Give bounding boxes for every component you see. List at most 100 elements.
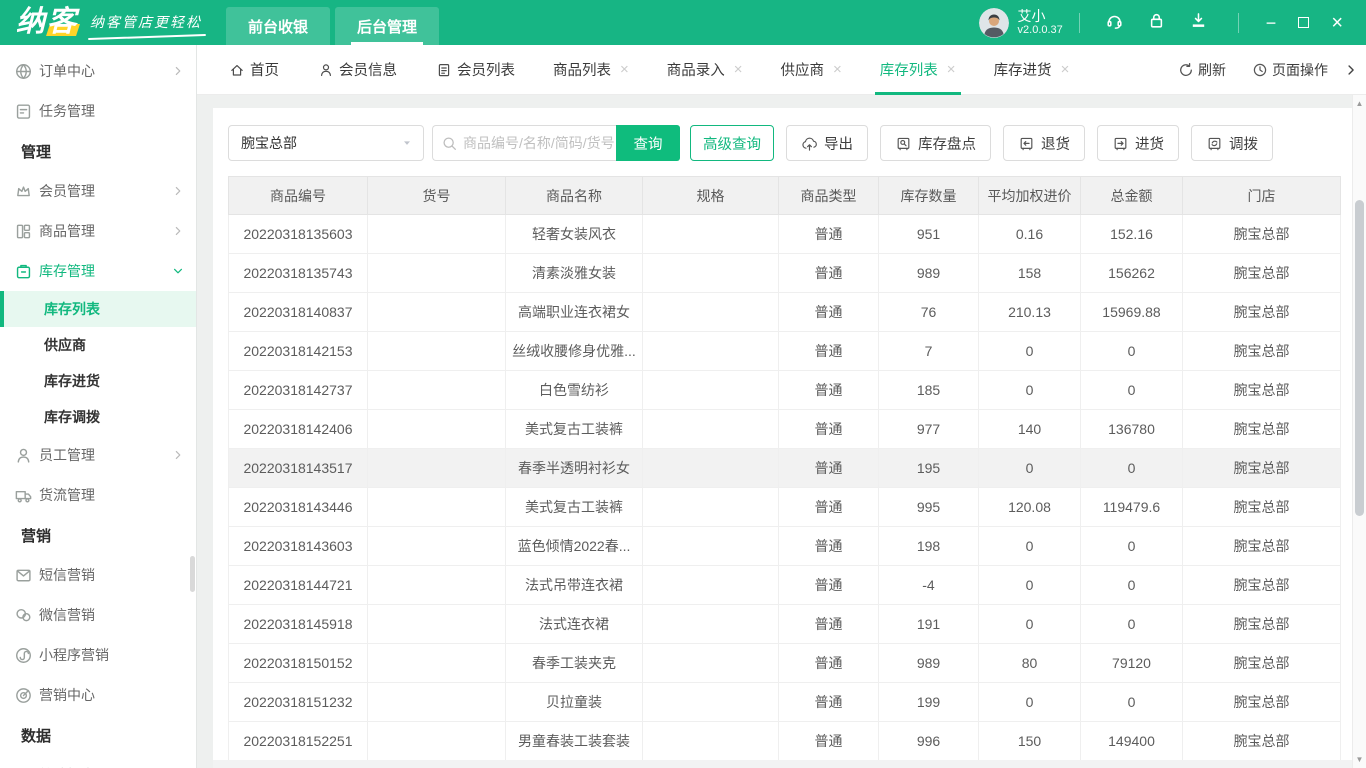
tab-label: 商品录入 — [666, 63, 725, 79]
sidebar-item-statistics-report[interactable]: 统计报表 — [0, 755, 196, 768]
table-cell: 普通 — [778, 331, 879, 371]
table-row[interactable]: 20220318142737 白色雪纺衫 普通 185 0 0 腕宝总部 — [228, 370, 1341, 410]
table-row[interactable]: 20220318143517 春季半透明衬衫女 普通 195 0 0 腕宝总部 — [228, 448, 1341, 488]
column-header: 平均加权进价 — [978, 176, 1081, 215]
sidebar-item-miniprogram-marketing[interactable]: 小程序营销 — [0, 635, 196, 675]
sidebar-item-inventory-list[interactable]: 库存列表 — [0, 291, 196, 327]
user-avatar[interactable] — [978, 7, 1009, 38]
tab-product-list[interactable]: 商品列表 × — [540, 45, 642, 95]
table-cell: 0 — [1080, 331, 1183, 371]
header-action-icons — [1096, 11, 1222, 35]
sidebar-item-task-management[interactable]: 任务管理 — [0, 91, 196, 131]
table-row[interactable]: 20220318143603 蓝色倾情2022春... 普通 198 0 0 腕宝总部 — [228, 526, 1341, 566]
scroll-down-arrow-icon[interactable]: ▼ — [1353, 755, 1366, 764]
sidebar-item-inventory-transfer[interactable]: 库存调拨 — [0, 399, 196, 435]
table-cell: 普通 — [778, 487, 879, 527]
transfer-button[interactable]: 调拨 — [1191, 125, 1273, 161]
nav-tab-backend-admin[interactable]: 后台管理 — [335, 7, 440, 45]
button-label: 调拨 — [1229, 136, 1258, 153]
sidebar-item-member-management[interactable]: 会员管理 — [0, 171, 196, 211]
table-cell: 149400 — [1080, 721, 1183, 761]
tab-close-icon[interactable]: × — [734, 61, 743, 78]
table-row[interactable]: 20220318152251 男童春装工装套装 普通 996 150 149400 腕宝总部 — [228, 721, 1341, 761]
tab-close-icon[interactable]: × — [1061, 61, 1070, 78]
refresh-button[interactable]: 刷新 — [1178, 60, 1226, 80]
sidebar-section-marketing: 营销 — [0, 515, 196, 555]
horizontal-scrollbar-track[interactable] — [213, 760, 1352, 768]
tab-inventory-purchase[interactable]: 库存进货 × — [981, 45, 1083, 95]
table-cell — [367, 370, 506, 410]
table-cell: 普通 — [778, 448, 879, 488]
clock-icon — [1252, 62, 1268, 78]
sidebar-item-sms-marketing[interactable]: 短信营销 — [0, 555, 196, 595]
return-goods-button[interactable]: 退货 — [1003, 125, 1085, 161]
tab-supplier[interactable]: 供应商 × — [768, 45, 855, 95]
table-row[interactable]: 20220318142406 美式复古工装裤 普通 977 140 136780 腕宝总部 — [228, 409, 1341, 449]
purchase-button[interactable]: 进货 — [1097, 125, 1179, 161]
scroll-up-arrow-icon[interactable]: ▲ — [1353, 99, 1366, 108]
export-button[interactable]: 导出 — [786, 125, 868, 161]
sidebar-item-label: 任务管理 — [39, 103, 95, 119]
table-row[interactable]: 20220318143446 美式复古工装裤 普通 995 120.08 119479.6… — [228, 487, 1341, 527]
tab-label: 库存列表 — [879, 63, 938, 79]
sidebar-item-product-management[interactable]: 商品管理 — [0, 211, 196, 251]
tab-member-info[interactable]: 会员信息 — [304, 45, 410, 95]
table-row[interactable]: 20220318151232 贝拉童装 普通 199 0 0 腕宝总部 — [228, 682, 1341, 722]
minimize-button[interactable]: − — [1266, 14, 1277, 32]
sidebar-item-inventory-purchase[interactable]: 库存进货 — [0, 363, 196, 399]
tab-product-entry[interactable]: 商品录入 × — [654, 45, 756, 95]
lock-icon[interactable] — [1147, 11, 1171, 35]
table-cell — [642, 604, 779, 644]
tab-home[interactable]: 首页 — [215, 45, 292, 95]
store-selector[interactable]: 腕宝总部 — [228, 125, 424, 161]
page-operations-button[interactable]: 页面操作 — [1252, 60, 1328, 80]
download-icon[interactable] — [1189, 11, 1213, 35]
table-cell: 0 — [978, 370, 1081, 410]
nav-tab-front-cashier[interactable]: 前台收银 — [226, 7, 331, 45]
table-row[interactable]: 20220318135743 清素淡雅女装 普通 989 158 156262 腕宝总部 — [228, 253, 1341, 293]
table-cell: 白色雪纺衫 — [505, 370, 643, 410]
vertical-scrollbar[interactable]: ▲ ▼ — [1352, 95, 1366, 768]
user-info[interactable]: 艾小 v2.0.0.37 — [1018, 8, 1063, 38]
chevron-right-icon[interactable] — [1344, 63, 1358, 77]
sidebar-item-supplier[interactable]: 供应商 — [0, 327, 196, 363]
table-cell: 20220318151232 — [228, 682, 368, 722]
customer-service-icon[interactable] — [1105, 11, 1129, 35]
table-cell: 0 — [1080, 526, 1183, 566]
tab-close-icon[interactable]: × — [620, 61, 629, 78]
advanced-query-button[interactable]: 高级查询 — [690, 125, 774, 161]
stocktake-button[interactable]: 库存盘点 — [880, 125, 991, 161]
sidebar-item-logistics-management[interactable]: 货流管理 — [0, 475, 196, 515]
table-cell — [642, 565, 779, 605]
sidebar-item-order-center[interactable]: 订单中心 — [0, 51, 196, 91]
query-button[interactable]: 查询 — [616, 125, 680, 161]
sidebar-item-wechat-marketing[interactable]: 微信营销 — [0, 595, 196, 635]
sms-icon — [14, 566, 33, 585]
search-input[interactable] — [463, 135, 616, 151]
chevron-right-icon — [172, 65, 184, 77]
app-slogan: 纳客管店更轻松 — [90, 13, 203, 30]
sidebar-item-inventory-management[interactable]: 库存管理 — [0, 251, 196, 291]
tab-label: 会员列表 — [457, 63, 515, 79]
table-cell: 0 — [978, 682, 1081, 722]
vertical-scrollbar-thumb[interactable] — [1355, 200, 1364, 516]
sidebar-item-label: 营销中心 — [39, 687, 95, 703]
crown-icon — [14, 182, 33, 201]
tab-inventory-list[interactable]: 库存列表 × — [867, 45, 969, 95]
tab-member-list[interactable]: 会员列表 — [422, 45, 528, 95]
sidebar-scrollbar-thumb[interactable] — [190, 556, 195, 592]
table-row[interactable]: 20220318144721 法式吊带连衣裙 普通 -4 0 0 腕宝总部 — [228, 565, 1341, 605]
tab-close-icon[interactable]: × — [833, 61, 842, 78]
close-button[interactable]: × — [1331, 13, 1343, 33]
table-row[interactable]: 20220318142153 丝绒收腰修身优雅... 普通 7 0 0 腕宝总部 — [228, 331, 1341, 371]
tab-close-icon[interactable]: × — [947, 61, 956, 78]
table-row[interactable]: 20220318150152 春季工装夹克 普通 989 80 79120 腕宝总部 — [228, 643, 1341, 683]
table-row[interactable]: 20220318145918 法式连衣裙 普通 191 0 0 腕宝总部 — [228, 604, 1341, 644]
table-cell: 198 — [878, 526, 979, 566]
column-header: 商品编号 — [228, 176, 368, 215]
table-row[interactable]: 20220318135603 轻奢女装风衣 普通 951 0.16 152.16 腕宝总部 — [228, 214, 1341, 254]
maximize-button[interactable] — [1298, 17, 1310, 28]
table-row[interactable]: 20220318140837 高端职业连衣裙女 普通 76 210.13 15969.88… — [228, 292, 1341, 332]
sidebar-item-staff-management[interactable]: 员工管理 — [0, 435, 196, 475]
sidebar-item-marketing-center[interactable]: 营销中心 — [0, 675, 196, 715]
